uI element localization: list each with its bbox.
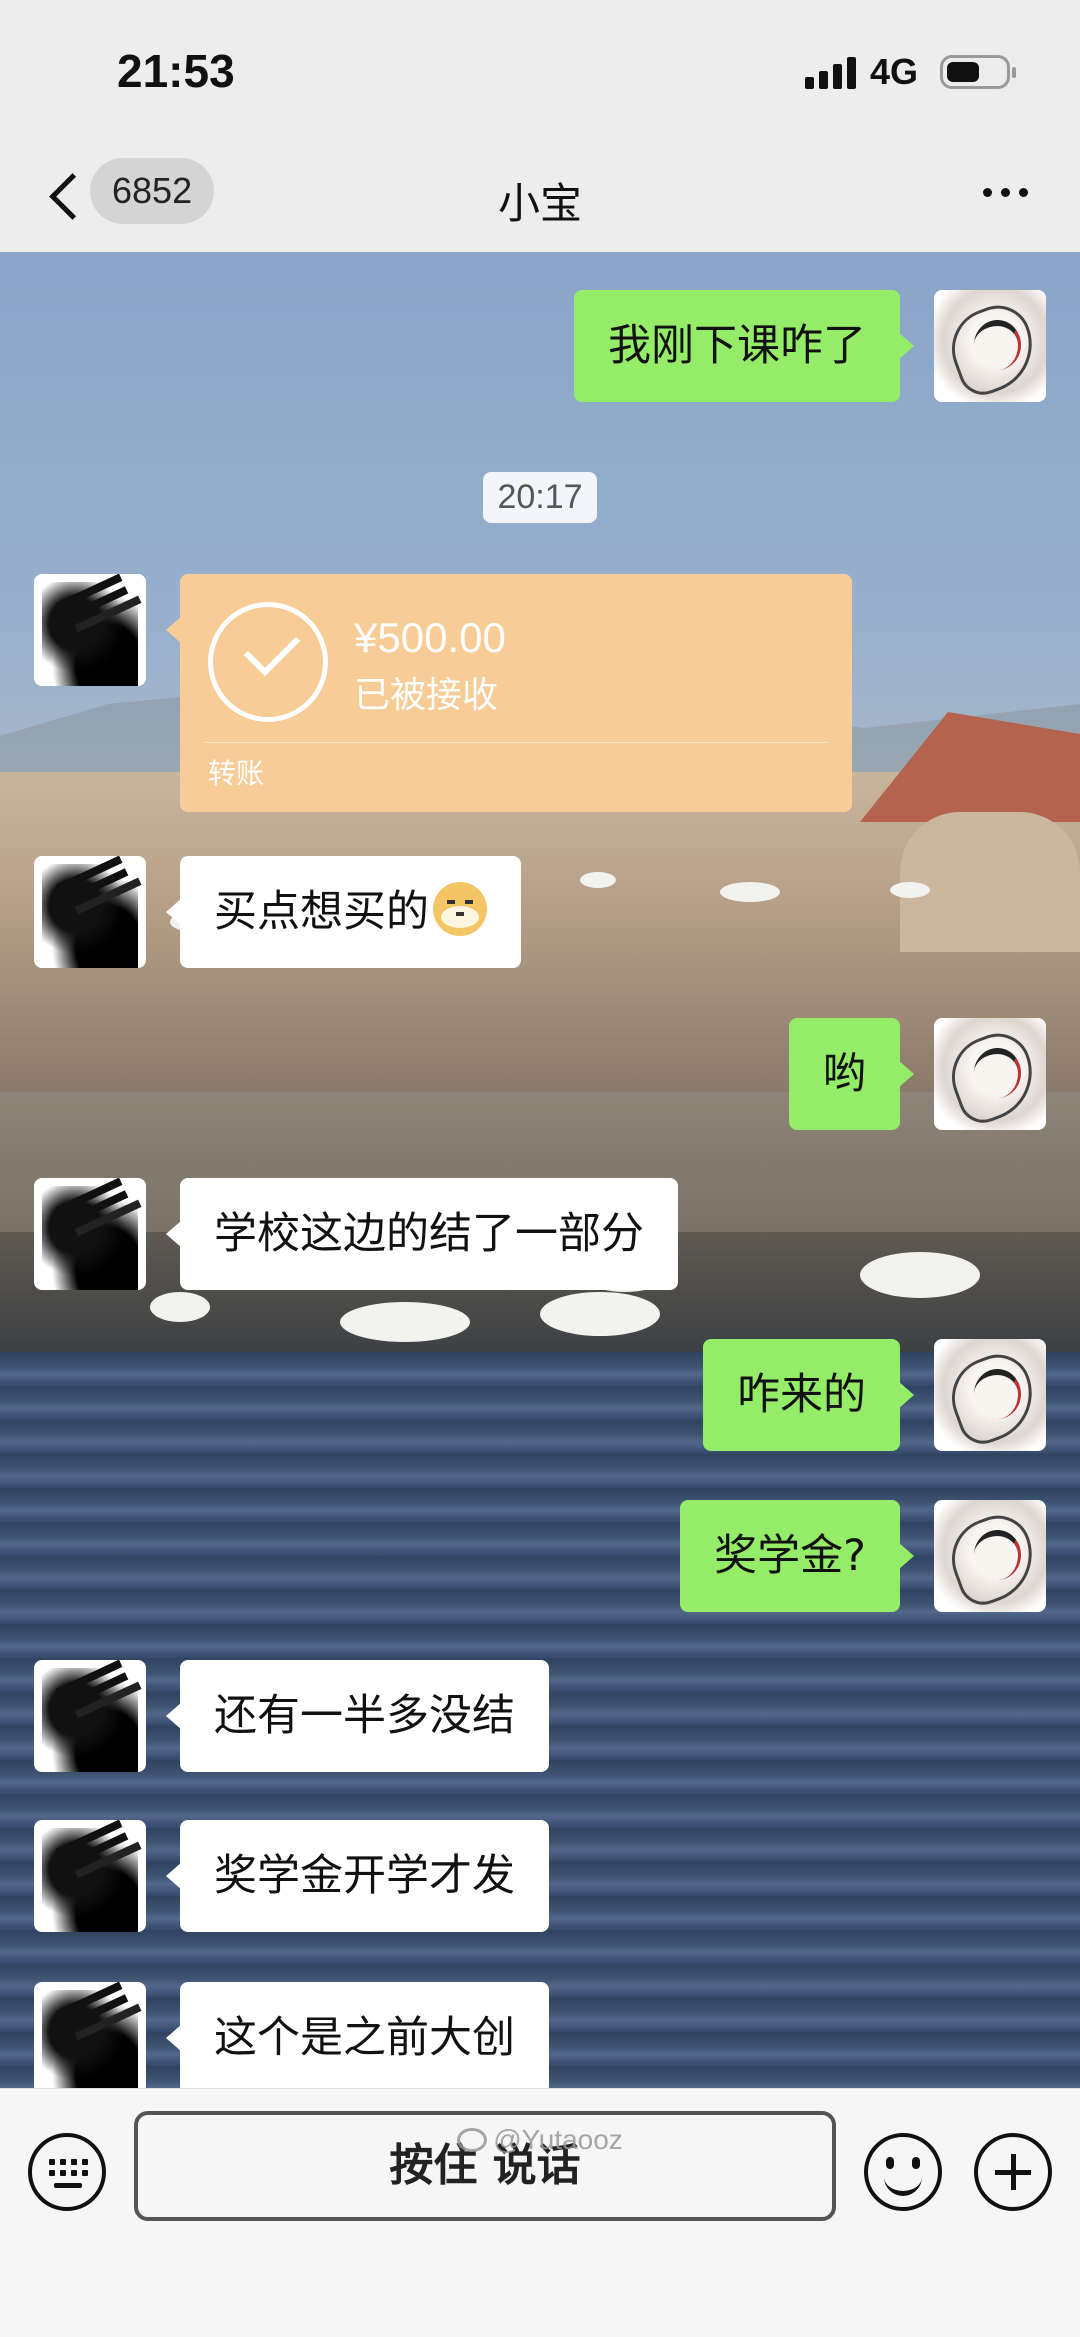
status-bar: 21:53 4G	[0, 0, 1080, 140]
background-swan	[890, 882, 930, 898]
avatar-peer[interactable]	[34, 856, 146, 968]
battery-icon	[940, 55, 1016, 89]
background-swan	[540, 1292, 660, 1336]
transfer-amount: ¥500.00	[354, 614, 506, 661]
avatar-self[interactable]	[934, 1500, 1046, 1612]
avatar-peer[interactable]	[34, 574, 146, 686]
check-icon	[208, 602, 328, 722]
background-roof	[900, 812, 1080, 952]
background-swan	[580, 872, 616, 888]
message-bubble-peer[interactable]: 学校这边的结了一部分	[166, 1178, 678, 1290]
message-bubble-self[interactable]: 哟	[789, 1018, 914, 1130]
watermark: @Yutaooz	[0, 2124, 1080, 2156]
status-indicators: 4G	[804, 51, 1016, 92]
chat-message-list[interactable]: 我刚下课咋了 20:17 ¥500.00 已被接收 转账 买点想买的 哟 学校这…	[0, 252, 1080, 2088]
avatar-peer[interactable]	[34, 1178, 146, 1290]
avatar-self[interactable]	[934, 290, 1046, 402]
background-swan	[860, 1252, 980, 1298]
message-bubble-peer[interactable]: 还有一半多没结	[166, 1660, 549, 1772]
message-text: 买点想买的	[214, 887, 429, 937]
background-swan	[720, 882, 780, 902]
timestamp: 20:17	[483, 472, 597, 523]
chat-title: 小宝	[497, 179, 582, 228]
weibo-icon	[457, 2128, 488, 2152]
chat-header: 6852 小宝	[0, 140, 1080, 252]
message-bubble-self[interactable]: 咋来的	[703, 1339, 914, 1451]
avatar-peer[interactable]	[34, 1660, 146, 1772]
background-swan	[150, 1292, 210, 1322]
time-divider: 20:17	[0, 472, 1080, 523]
watermark-text: @Yutaooz	[493, 2124, 623, 2155]
message-bubble-peer[interactable]: 这个是之前大创	[166, 1982, 549, 2088]
avatar-self[interactable]	[934, 1339, 1046, 1451]
doge-emoji-icon	[433, 882, 487, 936]
more-icon[interactable]	[983, 188, 1028, 197]
transfer-card[interactable]: ¥500.00 已被接收 转账	[166, 574, 852, 812]
network-label: 4G	[869, 51, 918, 92]
message-bubble-peer[interactable]: 奖学金开学才发	[166, 1820, 549, 1932]
divider	[204, 742, 828, 743]
signal-icon	[804, 55, 856, 89]
transfer-label: 转账	[208, 757, 265, 790]
transfer-status: 已被接收	[354, 675, 499, 716]
background-swan	[340, 1302, 470, 1342]
message-bubble-self[interactable]: 我刚下课咋了	[574, 290, 914, 402]
status-time: 21:53	[117, 45, 235, 97]
avatar-peer[interactable]	[34, 1820, 146, 1932]
message-bubble-peer[interactable]: 买点想买的	[166, 856, 521, 968]
avatar-self[interactable]	[934, 1018, 1046, 1130]
avatar-peer[interactable]	[34, 1982, 146, 2088]
message-bubble-self[interactable]: 奖学金?	[680, 1500, 914, 1612]
